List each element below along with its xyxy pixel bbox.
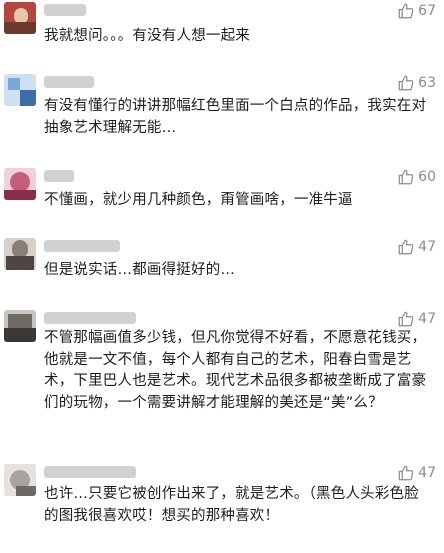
username-redacted[interactable] bbox=[44, 76, 94, 88]
like-count: 63 bbox=[418, 75, 436, 91]
comment-text: 我就想问。。。有没有人想一起来 bbox=[44, 28, 250, 44]
thumbs-up-icon bbox=[398, 75, 414, 91]
like-button[interactable]: 47 bbox=[397, 464, 436, 482]
like-button[interactable]: 47 bbox=[397, 238, 436, 256]
thumbs-up-icon bbox=[398, 169, 414, 185]
like-count: 47 bbox=[418, 239, 436, 255]
avatar[interactable] bbox=[4, 310, 36, 342]
like-count: 67 bbox=[418, 3, 436, 19]
comment-text: 也许…只要它被创作出来了，就是艺术。（黑色人头彩色脸的图我很喜欢哎！想买的那种喜… bbox=[44, 486, 419, 524]
username-redacted[interactable] bbox=[44, 240, 120, 252]
avatar[interactable] bbox=[4, 168, 36, 200]
like-button[interactable]: 63 bbox=[397, 74, 436, 92]
avatar[interactable] bbox=[4, 238, 36, 270]
avatar[interactable] bbox=[4, 74, 36, 106]
comment-text: 不懂画，就少用几种颜色，甭管画啥，一准牛逼 bbox=[44, 192, 353, 208]
like-count: 47 bbox=[418, 465, 436, 481]
like-button[interactable]: 47 bbox=[397, 310, 436, 328]
thumbs-up-icon bbox=[398, 465, 414, 481]
thumbs-up-icon bbox=[398, 239, 414, 255]
thumbs-up-icon bbox=[398, 3, 414, 19]
like-count: 60 bbox=[418, 169, 436, 185]
avatar[interactable] bbox=[4, 464, 36, 496]
username-redacted[interactable] bbox=[44, 4, 86, 16]
comment-text: 有没有懂行的讲讲那幅红色里面一个白点的作品，我实在对抽象艺术理解无能… bbox=[44, 98, 427, 136]
comment-list: 67 我就想问。。。有没有人想一起来 63 有没有懂行的讲讲那幅红色里面一个白点… bbox=[0, 0, 444, 553]
avatar[interactable] bbox=[4, 2, 36, 34]
comment-text: 不管那幅画值多少钱，但凡你觉得不好看，不愿意花钱买，他就是一文不值，每个人都有自… bbox=[44, 330, 427, 411]
username-redacted[interactable] bbox=[44, 170, 74, 182]
like-button[interactable]: 60 bbox=[397, 168, 436, 186]
like-count: 47 bbox=[418, 311, 436, 327]
comment-text: 但是说实话…都画得挺好的… bbox=[44, 262, 236, 278]
thumbs-up-icon bbox=[398, 311, 414, 327]
username-redacted[interactable] bbox=[44, 466, 136, 478]
like-button[interactable]: 67 bbox=[397, 2, 436, 20]
username-redacted[interactable] bbox=[44, 312, 136, 324]
